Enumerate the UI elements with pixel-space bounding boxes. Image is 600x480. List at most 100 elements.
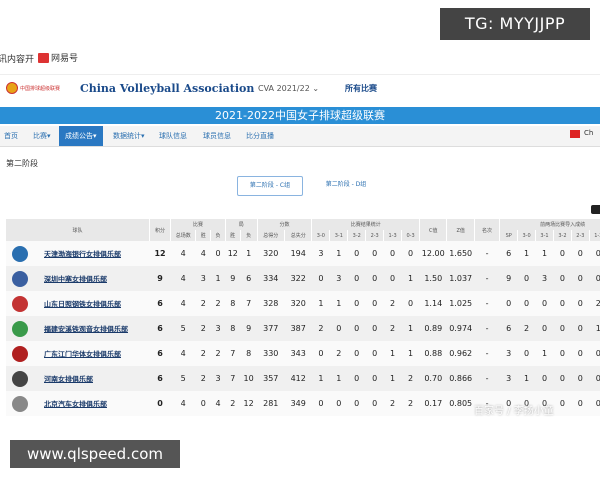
nav-matches-label: 比赛: [33, 132, 47, 140]
stat-cell: 334: [257, 266, 285, 291]
stat-cell: 412: [284, 366, 312, 391]
stat-cell: 0.70: [419, 366, 447, 391]
sub-header-cell: 3-1: [535, 230, 554, 241]
stat-cell: 4: [195, 241, 211, 266]
stat-cell: 0: [347, 391, 366, 416]
stat-cell: 1: [401, 316, 420, 341]
nav-home[interactable]: 首页: [4, 126, 18, 146]
nav-matches[interactable]: 比赛▾: [33, 126, 51, 146]
caret-down-icon: ▾: [47, 132, 51, 140]
stat-cell: 1.50: [419, 266, 447, 291]
cva-logo[interactable]: 中国排球超级联赛: [6, 80, 70, 96]
team-cell[interactable]: 天津渤海银行女排俱乐部: [6, 241, 150, 266]
stat-cell: 0.866: [446, 366, 475, 391]
china-flag-icon[interactable]: [570, 130, 580, 138]
season-select[interactable]: CVA 2021/22 ⌄: [258, 84, 319, 93]
stat-cell: 320: [257, 241, 285, 266]
team-name-link[interactable]: 福建安溪铁观音女排俱乐部: [44, 324, 128, 333]
stat-cell: 5: [170, 316, 196, 341]
stat-cell: 1.14: [419, 291, 447, 316]
stat-cell: 0: [553, 241, 572, 266]
stat-cell: 1: [329, 366, 348, 391]
sub-header-cell: 胜: [225, 230, 241, 241]
team-name-link[interactable]: 北京汽车女排俱乐部: [44, 399, 107, 408]
sub-header-cell: 总失分: [284, 230, 313, 241]
caret-down-icon: ▾: [93, 132, 97, 140]
stat-cell: 2: [517, 316, 536, 341]
sub-header-cell: 总得分: [257, 230, 285, 241]
team-name-link[interactable]: 深圳中塞女排俱乐部: [44, 274, 107, 283]
tab-group-d[interactable]: 第二阶段 - D组: [314, 176, 378, 194]
team-cell[interactable]: 河南女排俱乐部: [6, 366, 150, 391]
stat-cell: 0: [535, 316, 554, 341]
stat-cell: 0: [571, 241, 590, 266]
stat-cell: 1: [329, 241, 348, 266]
all-matches-link[interactable]: 所有比赛: [345, 83, 377, 94]
sub-header-cell: 胜: [195, 230, 212, 241]
stat-cell: -: [474, 266, 500, 291]
stat-cell: 2: [311, 316, 330, 341]
team-cell[interactable]: 广东江门华体女排俱乐部: [6, 341, 150, 366]
nav-teams[interactable]: 球队信息: [159, 126, 187, 146]
team-cell[interactable]: 深圳中塞女排俱乐部: [6, 266, 150, 291]
stat-cell: 0: [553, 341, 572, 366]
team-name-link[interactable]: 山东日照钢铁女排俱乐部: [44, 299, 121, 308]
wangyi-icon: [38, 52, 49, 63]
watermark-bottom: www.qlspeed.com: [10, 440, 180, 468]
stat-cell: 9: [225, 266, 241, 291]
stat-cell: 0.805: [446, 391, 475, 416]
sub-header-cell: 1-3: [383, 230, 403, 241]
team-name-link[interactable]: 河南女排俱乐部: [44, 374, 93, 383]
stat-cell: 1: [383, 341, 402, 366]
stat-cell: 0: [347, 316, 366, 341]
team-cell[interactable]: 北京汽车女排俱乐部: [6, 391, 150, 416]
nav-results[interactable]: 成绩公告▾: [59, 126, 103, 146]
sub-header-cell: 3-2: [553, 230, 572, 241]
table-row[interactable]: 广东江门华体女排俱乐部 6 4 2 2 7 8 330 343 0 2 0 0 1 1 0.88 0.962-3…: [6, 341, 600, 366]
stat-cell: 8: [240, 341, 258, 366]
nav-stats[interactable]: 数据统计▾: [113, 126, 145, 146]
stat-cell: 0: [553, 366, 572, 391]
team-cell[interactable]: 福建安溪铁观音女排俱乐部: [6, 316, 150, 341]
table-row[interactable]: 河南女排俱乐部 6 5 2 3 7 10 357 412 1 1 0 0 1 2 0.70 0.866-3 1 0 0…: [6, 366, 600, 391]
stat-cell: 281: [257, 391, 285, 416]
team-name-link[interactable]: 天津渤海银行女排俱乐部: [44, 249, 121, 258]
stat-cell: 328: [257, 291, 285, 316]
stat-cell: 2: [195, 341, 211, 366]
stat-cell: 0: [383, 266, 402, 291]
stat-cell: 0.974: [446, 316, 475, 341]
stat-cell: 0: [195, 391, 211, 416]
stat-cell: 6: [240, 266, 258, 291]
stat-cell: 0: [517, 341, 536, 366]
stat-cell: 2: [383, 391, 402, 416]
stat-cell: 2: [225, 391, 241, 416]
stat-cell: 9: [149, 266, 171, 291]
team-cell[interactable]: 山东日照钢铁女排俱乐部: [6, 291, 150, 316]
bookmark-item-wangyi[interactable]: 网易号: [38, 51, 78, 64]
col-z-value: Z值: [446, 219, 475, 241]
bookmark-item[interactable]: 讯内容开: [0, 52, 34, 65]
stat-cell: 0: [347, 366, 366, 391]
nav-players[interactable]: 球员信息: [203, 126, 231, 146]
stat-cell: 0: [553, 266, 572, 291]
tab-group-c[interactable]: 第二阶段 - C组: [237, 176, 303, 196]
team-logo-icon: [12, 395, 28, 412]
stat-cell: 0: [347, 291, 366, 316]
stat-cell: 349: [284, 391, 312, 416]
language-switch[interactable]: Ch: [584, 129, 593, 137]
stat-cell: 0: [401, 241, 420, 266]
nav-live[interactable]: 比分直播: [246, 126, 274, 146]
sub-header-cell: 3-1: [329, 230, 349, 241]
stat-cell: 2: [329, 341, 348, 366]
table-row[interactable]: 天津渤海银行女排俱乐部 12 4 4 0 12 1 320 194 3 1 0 0 0 0 12.00 1.65…: [6, 241, 600, 266]
main-nav: 首页 比赛▾ 成绩公告▾ 数据统计▾ 球队信息 球员信息 比分直播: [0, 126, 600, 147]
col-rank: 名次: [474, 219, 501, 241]
stat-cell: 0: [589, 341, 600, 366]
sub-header-cell: 2-3: [365, 230, 385, 241]
col-points: 积分: [149, 219, 172, 241]
table-row[interactable]: 深圳中塞女排俱乐部 9 4 3 1 9 6 334 322 0 3 0 0 0 1 1.50 1.037-9 0 3…: [6, 266, 600, 291]
table-row[interactable]: 福建安溪铁观音女排俱乐部 6 5 2 3 8 9 377 387 2 0 0 0 2 1 0.89 0.974-…: [6, 316, 600, 341]
team-name-link[interactable]: 广东江门华体女排俱乐部: [44, 349, 121, 358]
table-row[interactable]: 山东日照钢铁女排俱乐部 6 4 2 2 8 7 328 320 1 1 0 0 2 0 1.14 1.025-0…: [6, 291, 600, 316]
stat-cell: 0: [365, 341, 384, 366]
